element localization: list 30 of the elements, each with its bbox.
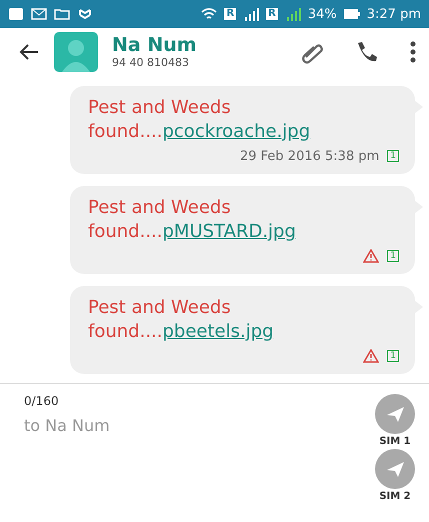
battery-icon [344,7,360,21]
send-icon [375,394,415,434]
attachment-link[interactable]: pMUSTARD.jpg [162,221,296,242]
send-icon [375,449,415,489]
signal-icon [284,7,301,21]
sim-badge: 1 [387,250,399,262]
message-text: Pest and Weeds found....pbeetels.jpg [88,296,275,344]
message-text: Pest and Weeds found....pMUSTARD.jpg [88,196,297,244]
attachment-link[interactable]: pcockroache.jpg [162,121,310,142]
attachment-link[interactable]: pbeetels.jpg [162,321,274,342]
sim-label: SIM 1 [379,436,411,447]
battery-percent: 34% [308,6,337,22]
sim-label: SIM 2 [379,491,411,502]
send-button[interactable]: SIM 2 [375,449,415,502]
contact-name: Na Num [112,35,198,56]
folder-icon [54,7,70,21]
roaming-badge: R [266,8,278,20]
clock-time: 3:27 pm [366,6,421,22]
avatar-icon [54,32,98,72]
message-time: 29 Feb 2016 5:38 pm [240,148,380,164]
contact-number: 94 40 810483 [112,56,190,69]
mail-icon [31,7,47,21]
signal-icon [243,7,260,21]
wifi-icon [201,7,218,21]
sim-badge: 1 [387,350,399,362]
send-button[interactable]: SIM 1 [375,394,415,447]
sim-badge: 1 [387,150,399,162]
roaming-badge: R [224,8,236,20]
character-counter: 0/160 [24,394,60,408]
message-text: Pest and Weeds found....pcockroache.jpg [88,96,312,144]
